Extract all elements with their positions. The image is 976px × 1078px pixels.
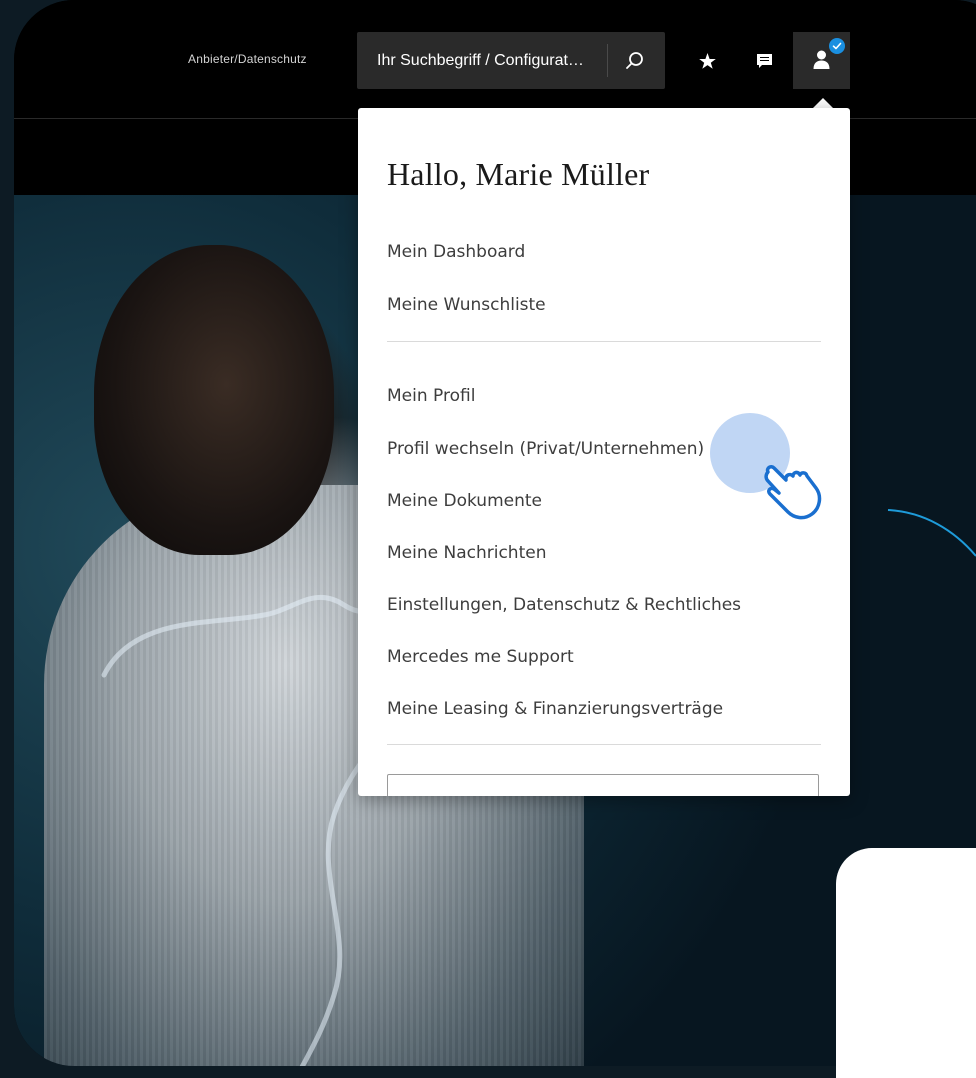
favorites-button[interactable] [679,32,736,89]
menu-item-leasing-contracts[interactable]: Meine Leasing & Finanzierungsverträge [387,699,723,719]
search-button[interactable] [619,46,649,76]
check-badge-icon [832,42,842,50]
menu-divider [387,341,821,342]
provider-privacy-link[interactable]: Anbieter/Datenschutz [188,52,307,66]
messages-button[interactable] [736,32,793,89]
menu-divider [387,744,821,745]
user-greeting: Hallo, Marie Müller [387,156,650,192]
menu-item-switch-profile[interactable]: Profil wechseln (Privat/Unternehmen) [387,439,704,459]
menu-item-profile[interactable]: Mein Profil [387,386,475,406]
search-icon [626,52,643,69]
menu-item-support[interactable]: Mercedes me Support [387,647,574,667]
menu-button-partial[interactable] [387,774,819,796]
menu-item-documents[interactable]: Meine Dokumente [387,491,542,511]
search-divider [607,44,608,77]
content-card [836,848,976,1078]
account-button[interactable] [793,32,850,89]
person-head [94,245,334,555]
menu-item-messages[interactable]: Meine Nachrichten [387,543,546,563]
menu-item-dashboard[interactable]: Mein Dashboard [387,242,525,262]
pointer-hand-icon [764,465,822,520]
search-bar [357,32,665,89]
logged-in-badge [829,38,845,54]
menu-item-settings[interactable]: Einstellungen, Datenschutz & Rechtliches [387,595,741,615]
menu-item-wishlist[interactable]: Meine Wunschliste [387,295,546,315]
star-icon [699,53,716,69]
message-icon [757,54,772,68]
decorative-arc [887,509,976,557]
search-input[interactable] [357,32,602,89]
